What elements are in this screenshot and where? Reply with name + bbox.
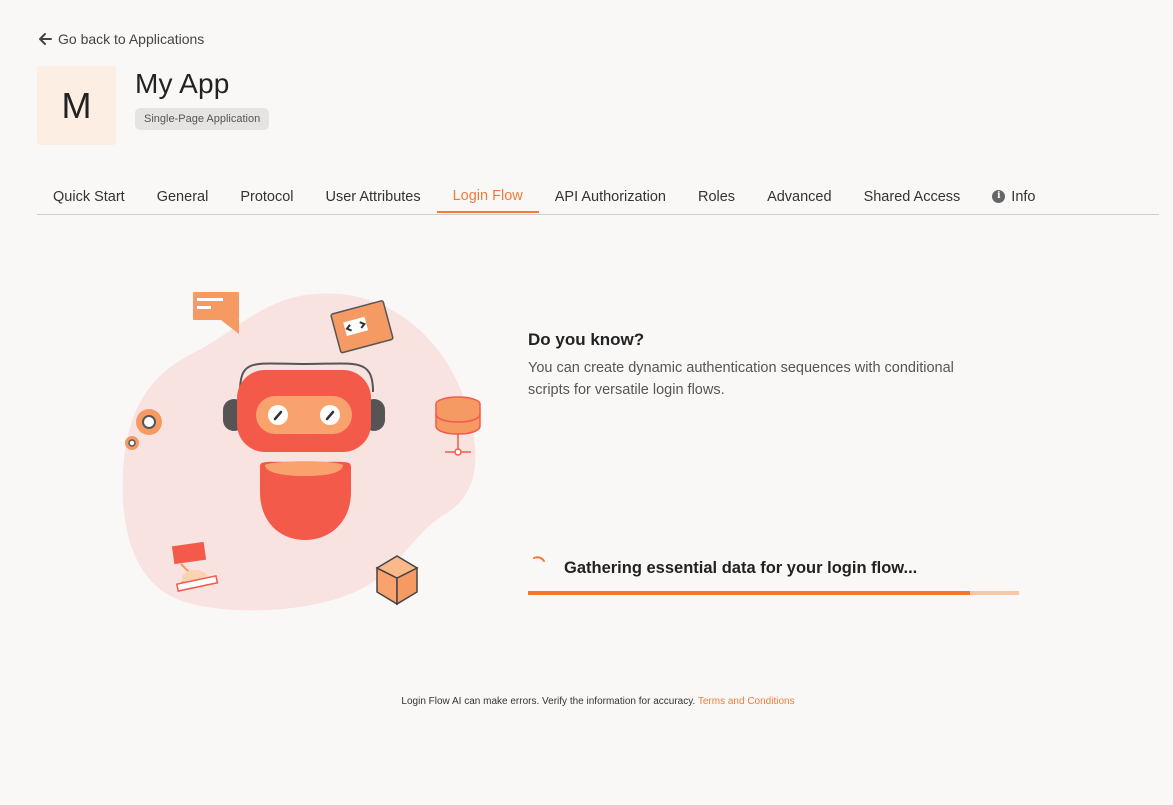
- tab-bar: Quick Start General Protocol User Attrib…: [37, 180, 1159, 215]
- tab-api-authorization[interactable]: API Authorization: [539, 180, 682, 213]
- tab-label: Login Flow: [452, 187, 523, 204]
- back-to-applications-link[interactable]: Go back to Applications: [38, 31, 204, 47]
- arrow-left-icon: [39, 33, 52, 45]
- progress-bar-fill: [528, 591, 970, 595]
- tab-label: User Attributes: [325, 188, 421, 205]
- app-avatar: M: [37, 66, 116, 145]
- tab-label: Roles: [697, 188, 736, 205]
- tip-heading: Do you know?: [528, 330, 645, 349]
- tab-general[interactable]: General: [141, 180, 225, 213]
- chat-bubble-icon: [193, 292, 239, 334]
- progress-bar: [528, 591, 1019, 595]
- tab-shared-access[interactable]: Shared Access: [848, 180, 977, 213]
- info-icon: i: [992, 190, 1006, 203]
- tab-label: Protocol: [240, 188, 294, 205]
- progress-status-text: Gathering essential data for your login …: [564, 559, 918, 577]
- tab-label: API Authorization: [554, 188, 666, 205]
- login-flow-page: Go back to Applications M My App Single-…: [0, 0, 1173, 805]
- tab-label: General: [156, 188, 209, 205]
- tab-advanced[interactable]: Advanced: [751, 180, 848, 213]
- tab-user-attributes[interactable]: User Attributes: [310, 180, 437, 213]
- disclaimer-text: Login Flow AI can make errors. Verify th…: [401, 696, 696, 707]
- terms-and-conditions-link[interactable]: Terms and Conditions: [698, 696, 795, 707]
- loading-spinner-icon: [533, 556, 545, 562]
- tab-roles[interactable]: Roles: [682, 180, 751, 213]
- page-title: My App: [135, 68, 230, 99]
- tab-quick-start[interactable]: Quick Start: [37, 180, 141, 213]
- tab-label: Advanced: [767, 188, 832, 205]
- footer-disclaimer: Login Flow AI can make errors. Verify th…: [0, 696, 1173, 707]
- tab-protocol[interactable]: Protocol: [224, 180, 309, 213]
- tab-label: Shared Access: [863, 188, 961, 205]
- back-link-label: Go back to Applications: [58, 31, 205, 47]
- tab-login-flow[interactable]: Login Flow: [436, 180, 539, 213]
- robot-illustration: [122, 292, 481, 611]
- tab-label: Quick Start: [53, 188, 125, 205]
- tip-body: You can create dynamic authentication se…: [528, 360, 954, 398]
- tab-info[interactable]: i Info: [976, 180, 1051, 213]
- app-type-badge: Single-Page Application: [135, 108, 270, 130]
- tab-label: Info: [1011, 188, 1036, 205]
